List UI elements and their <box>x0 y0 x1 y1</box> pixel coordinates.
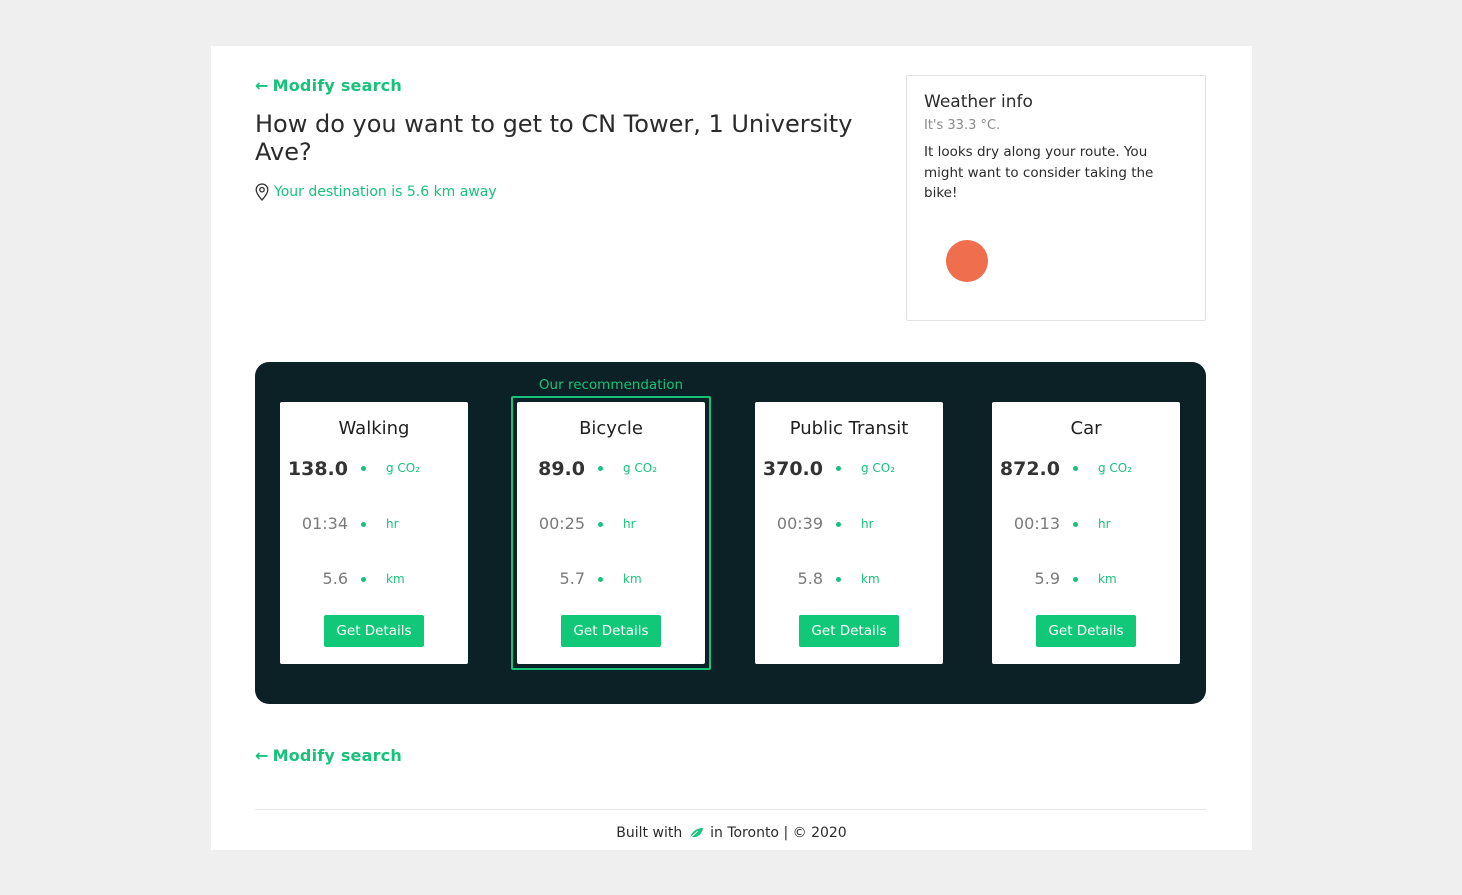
co2-value: 89.0 <box>538 458 585 480</box>
co2-stat: 370.0 g CO₂ <box>755 458 943 482</box>
time-unit: hr <box>861 517 874 531</box>
bullet-dot <box>836 577 841 582</box>
co2-value: 370.0 <box>762 458 823 480</box>
co2-unit: g CO₂ <box>623 461 658 475</box>
weather-heading: Weather info <box>924 92 1033 112</box>
time-unit: hr <box>1098 517 1111 531</box>
modify-search-link[interactable]: ← Modify search <box>255 76 402 95</box>
transport-options-panel: Our recommendation Walking 138.0 g CO₂ 0… <box>255 362 1206 704</box>
option-name: Car <box>1070 418 1102 439</box>
footer: Built with in Toronto | © 2020 <box>211 825 1252 841</box>
time-value: 00:25 <box>538 514 585 533</box>
time-value: 01:34 <box>301 514 348 533</box>
bullet-dot <box>361 466 366 471</box>
co2-unit: g CO₂ <box>386 461 421 475</box>
bullet-dot <box>598 522 603 527</box>
co2-unit: g CO₂ <box>1098 461 1133 475</box>
back-arrow-icon: ← <box>255 76 269 95</box>
leaf-icon <box>689 828 703 839</box>
option-card-walking: Walking 138.0 g CO₂ 01:34 hr 5.6 km Get … <box>280 402 468 664</box>
distance-unit: km <box>386 572 405 586</box>
distance-value: 5.7 <box>559 569 585 588</box>
footer-prefix: Built with <box>616 825 683 841</box>
distance-stat: 5.7 km <box>517 569 705 593</box>
option-name: Walking <box>338 418 410 439</box>
page-title: How do you want to get to CN Tower, 1 Un… <box>255 110 853 166</box>
distance-unit: km <box>861 572 880 586</box>
time-stat: 00:25 hr <box>517 514 705 538</box>
map-pin-icon <box>255 183 269 201</box>
distance-unit: km <box>1098 572 1117 586</box>
option-card-public-transit: Public Transit 370.0 g CO₂ 00:39 hr 5.8 … <box>755 402 943 664</box>
option-card-bicycle: Bicycle 89.0 g CO₂ 00:25 hr 5.7 km Get D… <box>517 402 705 664</box>
footer-suffix: in Toronto | © 2020 <box>710 825 847 841</box>
time-unit: hr <box>386 517 399 531</box>
get-details-button[interactable]: Get Details <box>561 615 661 647</box>
option-name: Public Transit <box>789 418 909 439</box>
modify-search-label: Modify search <box>272 76 402 95</box>
bullet-dot <box>598 577 603 582</box>
weather-message: It looks dry along your route. You might… <box>924 144 1154 201</box>
time-stat: 01:34 hr <box>280 514 468 538</box>
distance-unit: km <box>623 572 642 586</box>
weather-info-card: Weather info It's 33.3 °C. It looks dry … <box>906 75 1206 321</box>
option-name: Bicycle <box>579 418 643 439</box>
distance-stat: 5.9 km <box>992 569 1180 593</box>
time-stat: 00:13 hr <box>992 514 1180 538</box>
bullet-dot <box>361 577 366 582</box>
bullet-dot <box>836 466 841 471</box>
distance-stat: 5.8 km <box>755 569 943 593</box>
recommendation-label: Our recommendation <box>538 377 684 393</box>
bullet-dot <box>1073 466 1078 471</box>
distance-value: 5.8 <box>797 569 823 588</box>
co2-stat: 872.0 g CO₂ <box>992 458 1180 482</box>
destination-distance: Your destination is 5.6 km away <box>255 183 497 201</box>
back-arrow-icon: ← <box>255 746 269 765</box>
bullet-dot <box>1073 577 1078 582</box>
option-card-car: Car 872.0 g CO₂ 00:13 hr 5.9 km Get Deta… <box>992 402 1180 664</box>
distance-value: 5.9 <box>1034 569 1060 588</box>
modify-search-link-bottom[interactable]: ← Modify search <box>255 746 402 765</box>
destination-distance-text: Your destination is 5.6 km away <box>274 184 497 200</box>
bullet-dot <box>1073 522 1078 527</box>
time-value: 00:13 <box>1013 514 1060 533</box>
co2-value: 872.0 <box>999 458 1060 480</box>
get-details-button[interactable]: Get Details <box>324 615 424 647</box>
results-page: ← Modify search How do you want to get to… <box>211 46 1252 850</box>
get-details-button[interactable]: Get Details <box>1036 615 1136 647</box>
co2-stat: 89.0 g CO₂ <box>517 458 705 482</box>
co2-unit: g CO₂ <box>861 461 896 475</box>
co2-stat: 138.0 g CO₂ <box>280 458 468 482</box>
distance-value: 5.6 <box>322 569 348 588</box>
weather-temperature: It's 33.3 °C. <box>924 118 1001 133</box>
distance-stat: 5.6 km <box>280 569 468 593</box>
modify-search-label: Modify search <box>272 746 402 765</box>
get-details-button[interactable]: Get Details <box>799 615 899 647</box>
footer-divider <box>255 809 1206 810</box>
time-value: 00:39 <box>776 514 823 533</box>
time-unit: hr <box>623 517 636 531</box>
bullet-dot <box>361 522 366 527</box>
bullet-dot <box>598 466 603 471</box>
sun-icon <box>946 240 988 282</box>
co2-value: 138.0 <box>287 458 348 480</box>
time-stat: 00:39 hr <box>755 514 943 538</box>
bullet-dot <box>836 522 841 527</box>
